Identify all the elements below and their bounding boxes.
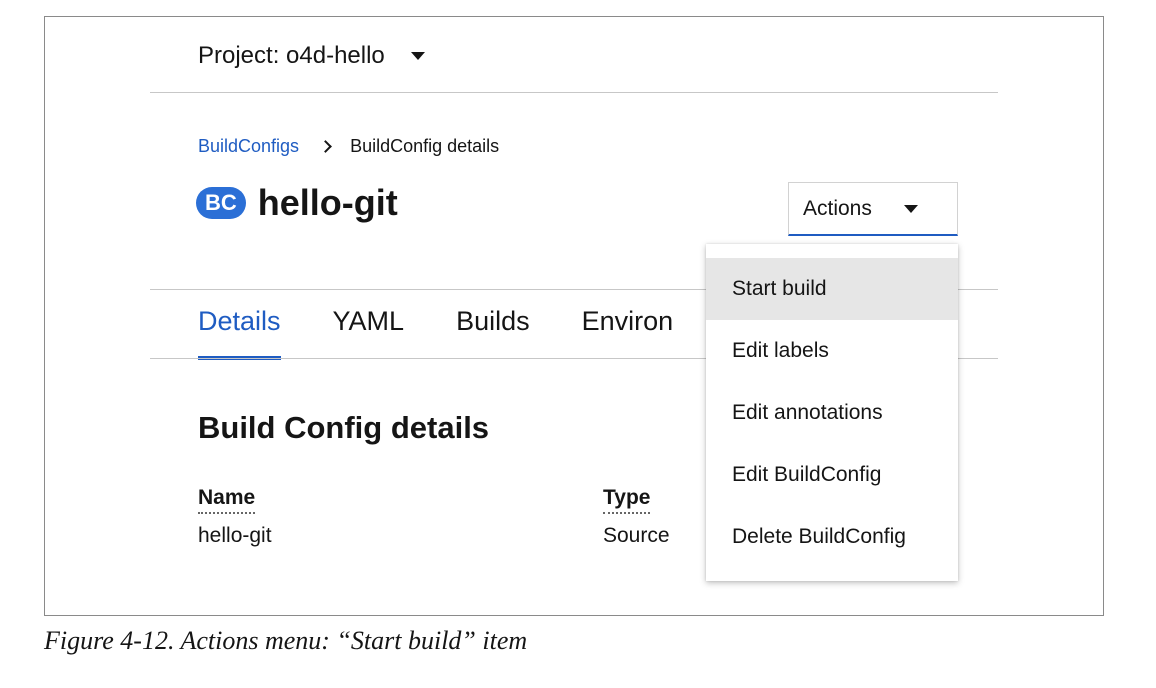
breadcrumb: BuildConfigs BuildConfig details [198, 136, 499, 157]
field-value: hello-git [198, 524, 272, 547]
detail-field-name: Name hello-git [198, 486, 272, 548]
page-title: BC hello-git [196, 182, 398, 224]
resource-badge: BC [196, 187, 246, 219]
menu-item-start-build[interactable]: Start build [706, 258, 958, 320]
caret-down-icon [410, 52, 425, 60]
actions-menu: Start build Edit labels Edit annotations… [706, 244, 958, 581]
resource-name: hello-git [257, 182, 398, 223]
breadcrumb-current: BuildConfig details [350, 136, 500, 156]
figure-caption: Figure 4-12. Actions menu: “Start build”… [44, 626, 528, 655]
tab-details[interactable]: Details [198, 306, 281, 360]
menu-item-edit-buildconfig[interactable]: Edit BuildConfig [706, 444, 958, 506]
chevron-right-icon [319, 140, 332, 153]
project-label: Project: o4d-hello [198, 42, 385, 69]
field-label: Type [603, 486, 651, 514]
detail-field-type: Type Source [603, 486, 670, 548]
caret-down-icon [903, 204, 918, 213]
menu-item-edit-annotations[interactable]: Edit annotations [706, 382, 958, 444]
section-title: Build Config details [198, 410, 490, 445]
menu-item-edit-labels[interactable]: Edit labels [706, 320, 958, 382]
actions-label: Actions [803, 196, 872, 220]
tab-builds[interactable]: Builds [456, 306, 530, 349]
menu-item-delete-buildconfig[interactable]: Delete BuildConfig [706, 506, 958, 568]
actions-dropdown-button[interactable]: Actions [788, 182, 958, 236]
tab-bar: Details YAML Builds Environ [198, 306, 725, 360]
tab-environment[interactable]: Environ [582, 306, 674, 349]
tab-yaml[interactable]: YAML [333, 306, 405, 349]
divider [150, 92, 998, 93]
project-selector[interactable]: Project: o4d-hello [198, 42, 425, 70]
field-value: Source [603, 524, 670, 547]
field-label: Name [198, 486, 256, 514]
breadcrumb-link-buildconfigs[interactable]: BuildConfigs [198, 136, 299, 157]
